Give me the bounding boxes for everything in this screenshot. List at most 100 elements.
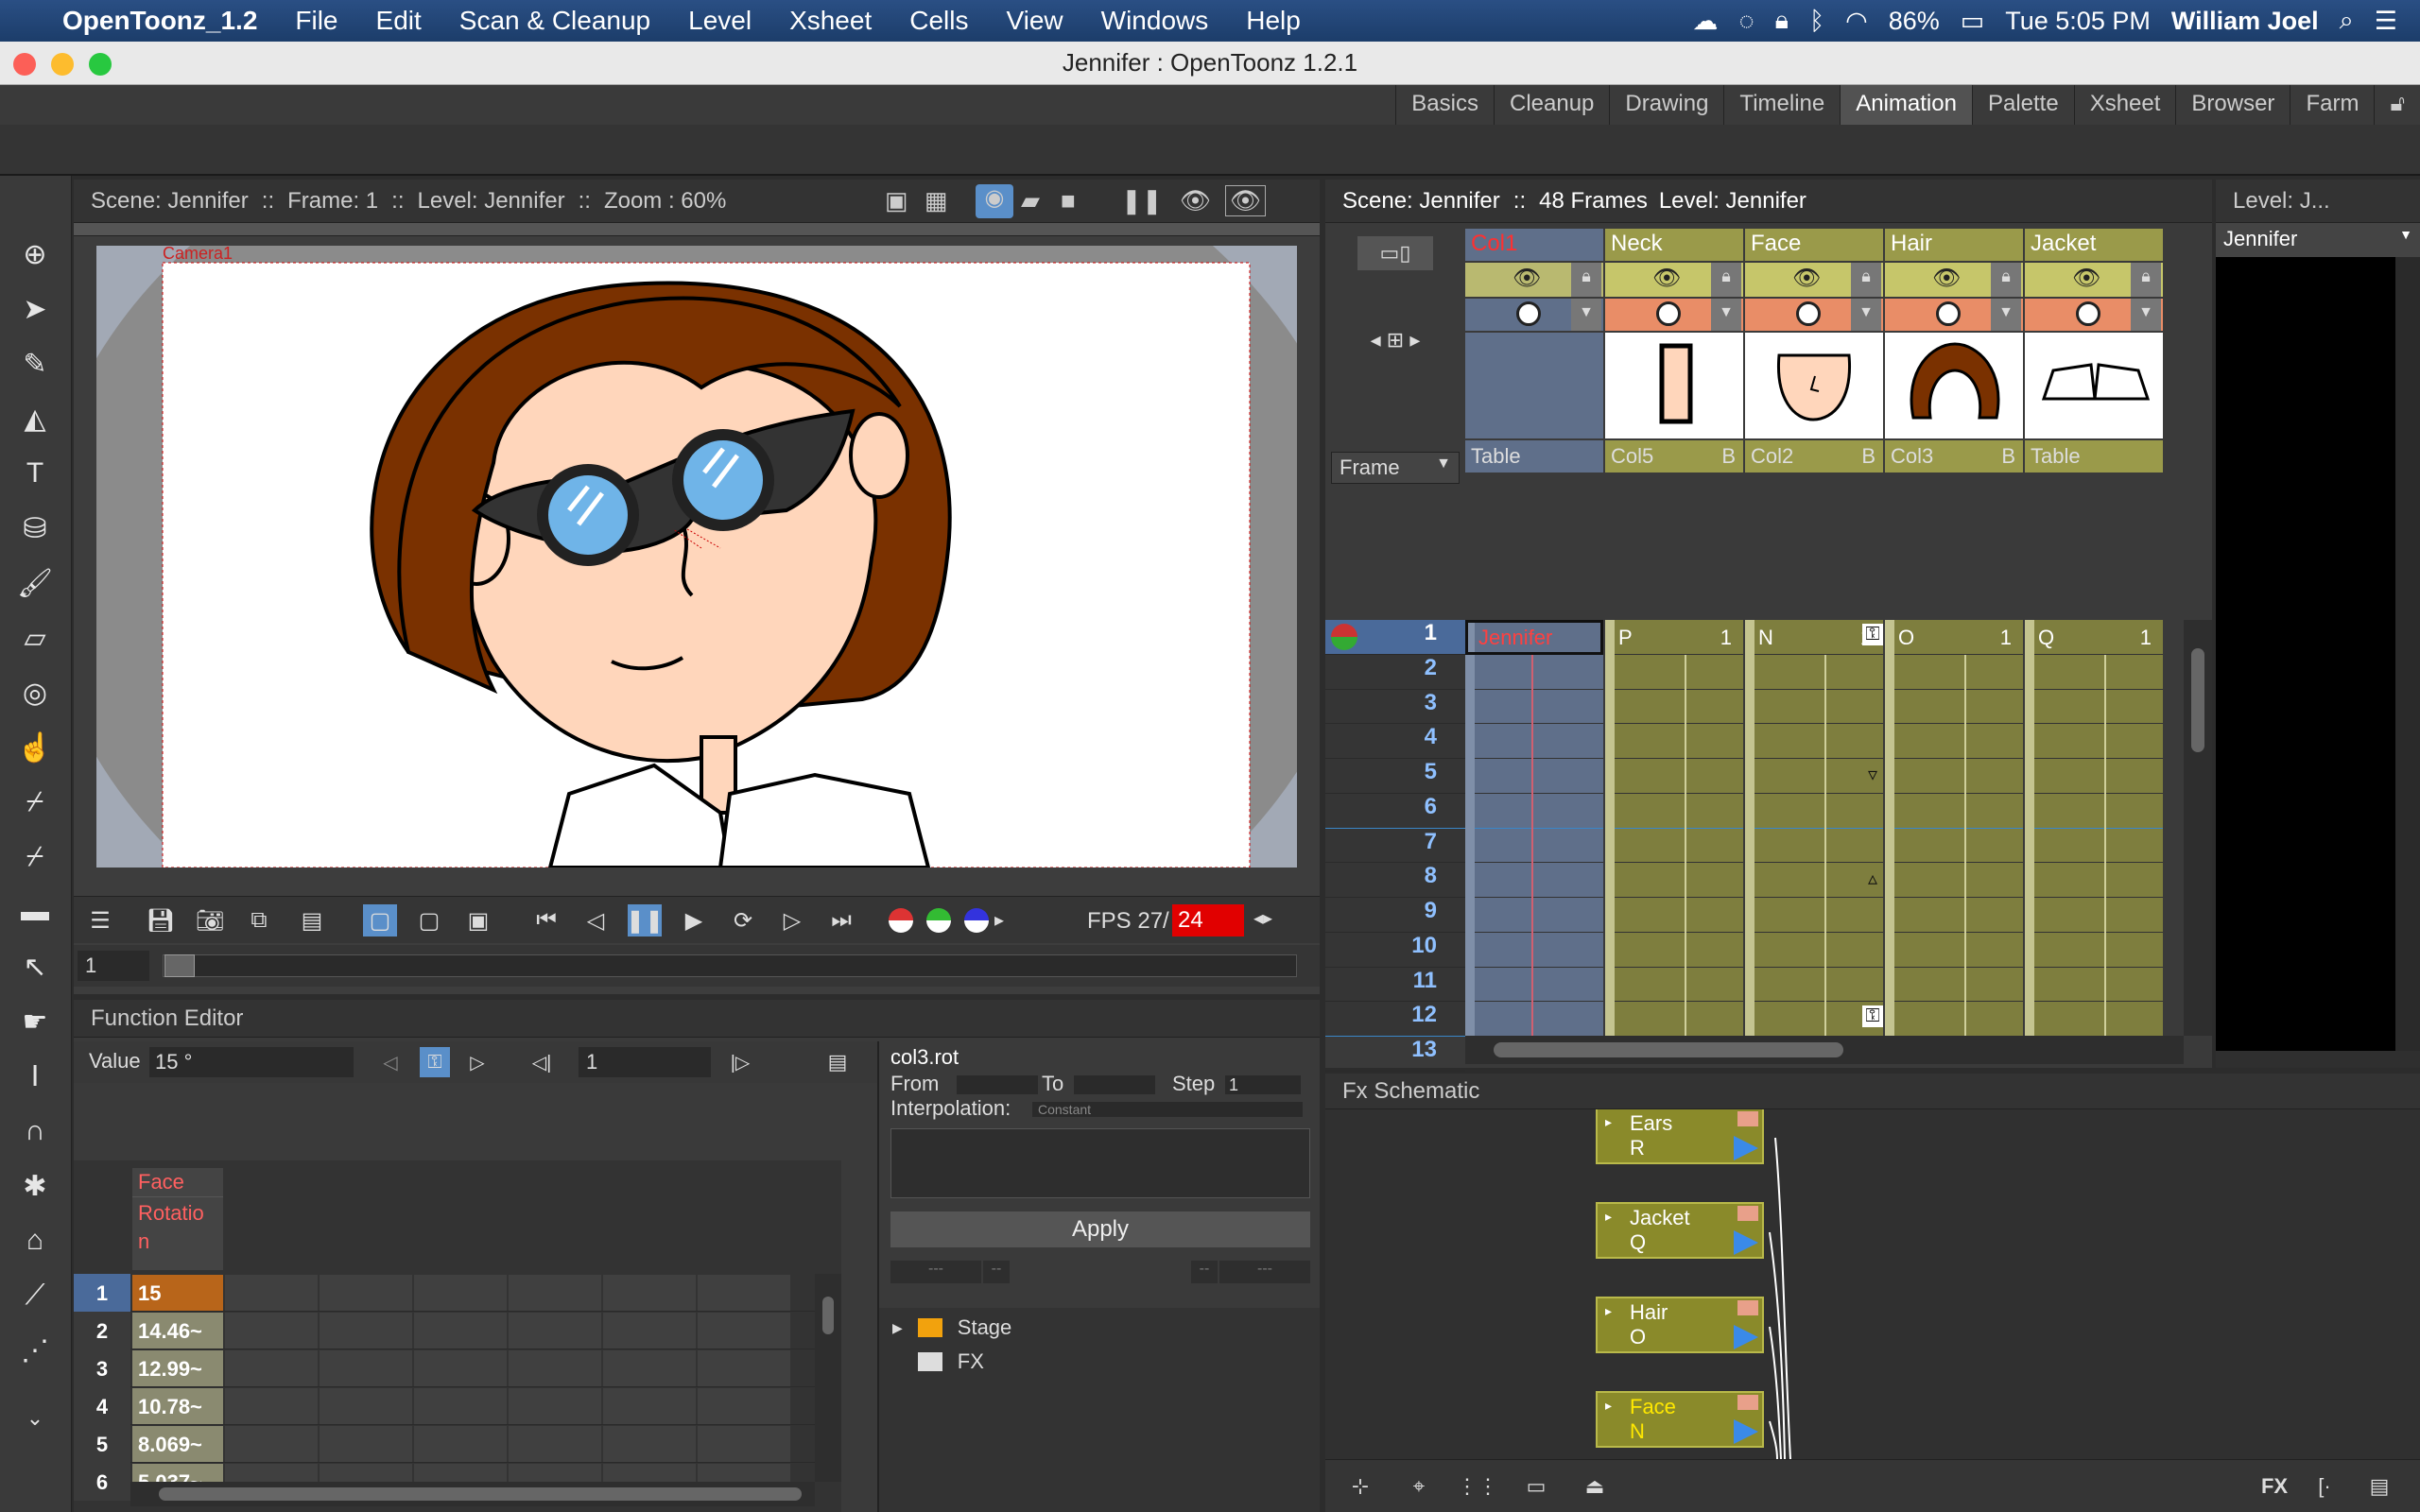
empty-cell[interactable] xyxy=(225,1388,318,1424)
output-port-icon[interactable] xyxy=(1734,1325,1758,1349)
tab-basics[interactable]: Basics xyxy=(1395,85,1494,125)
camstand-visible-toggle[interactable]: ▼ xyxy=(1605,299,1743,331)
fx-node-jacket[interactable]: ▸ Jacket Q xyxy=(1596,1202,1764,1259)
fx-node-hair[interactable]: ▸ Hair O xyxy=(1596,1297,1764,1353)
toolbar-menu-icon[interactable]: ☰ xyxy=(83,904,117,936)
frame-field[interactable]: 1 xyxy=(78,951,149,981)
empty-cell[interactable] xyxy=(320,1426,412,1462)
empty-cell[interactable] xyxy=(603,1388,696,1424)
menu-level[interactable]: Level xyxy=(669,6,770,36)
first-frame-icon[interactable]: ⏮ xyxy=(529,904,563,936)
expand-arrow-icon[interactable]: ▶ xyxy=(892,1320,903,1336)
empty-cell[interactable] xyxy=(225,1350,318,1386)
geometric-tool-icon[interactable]: ◭ xyxy=(11,395,59,442)
frame-row-number[interactable]: 5 xyxy=(1325,759,1465,794)
selection-tool-icon[interactable]: ➤ xyxy=(11,285,59,333)
safe-area-icon[interactable]: ▣ xyxy=(885,186,908,215)
frame-slider-handle[interactable] xyxy=(164,954,195,977)
cutter-tool-icon[interactable]: ⟋ xyxy=(11,1272,59,1319)
pause-icon[interactable]: ❚❚ xyxy=(626,904,664,936)
empty-cell[interactable] xyxy=(603,1275,696,1311)
next-segment-step[interactable]: -- xyxy=(1191,1261,1218,1283)
pegbar-parent[interactable]: Col5 B xyxy=(1605,440,1743,472)
camstand-icon[interactable] xyxy=(1656,301,1681,326)
output-port-icon[interactable] xyxy=(1734,1419,1758,1444)
menu-file[interactable]: File xyxy=(276,6,356,36)
column-thumbnail[interactable] xyxy=(1885,333,2023,438)
eraser-tool-icon[interactable]: ▱ xyxy=(11,614,59,662)
spreadsheet-column-header[interactable]: Face Rotatio n xyxy=(132,1168,223,1270)
menu-xsheet[interactable]: Xsheet xyxy=(770,6,890,36)
xsheet-hscroll-thumb[interactable] xyxy=(1494,1042,1843,1057)
row-number[interactable]: 4 xyxy=(74,1387,130,1425)
viewer-canvas[interactable]: Camera1 xyxy=(96,246,1297,868)
xsheet-column-cells[interactable]: Jennifer xyxy=(1465,620,1603,1036)
pump-tool-icon[interactable]: Ⅰ xyxy=(11,1053,59,1100)
pegbar-parent[interactable]: Col3 B xyxy=(1885,440,2023,472)
cell-drag-bar[interactable] xyxy=(1745,620,1754,1036)
bender-tool-icon[interactable]: ✱ xyxy=(11,1162,59,1210)
empty-cell[interactable] xyxy=(603,1350,696,1386)
interpolation-handle-icon[interactable]: ▵ xyxy=(1862,867,1883,890)
node-arrow-icon[interactable]: ▸ xyxy=(1605,1393,1612,1418)
menu-windows[interactable]: Windows xyxy=(1082,6,1228,36)
frame-row-number[interactable]: 9 xyxy=(1325,898,1465,933)
ruler-tool-icon[interactable]: ▬ xyxy=(11,888,59,936)
green-channel-icon[interactable] xyxy=(926,908,951,933)
define-subcamera-icon[interactable]: ▤ xyxy=(295,904,329,936)
app-menu[interactable]: OpenToonz_1.2 xyxy=(38,6,276,36)
render-toggle-icon[interactable] xyxy=(1737,1206,1758,1221)
lock-toggle-icon[interactable]: 🔒︎ xyxy=(1571,263,1601,297)
segment-parameters[interactable] xyxy=(890,1128,1310,1198)
fps-step-icon[interactable]: ◂▸ xyxy=(1253,906,1272,930)
cell-drag-bar[interactable] xyxy=(1605,620,1615,1036)
minimize-window-button[interactable] xyxy=(51,53,74,76)
preview-visible-toggle[interactable]: 👁︎ 🔒︎ xyxy=(1465,263,1603,297)
xsheet-column-cells[interactable]: Q1 xyxy=(2025,620,2163,1036)
frame-slider[interactable] xyxy=(163,954,1297,977)
empty-cell[interactable] xyxy=(414,1426,507,1462)
keyframe-value-cell[interactable]: 8.069~ xyxy=(132,1426,223,1462)
cell-frame-number[interactable]: 1 xyxy=(2140,626,2152,650)
cell-drag-bar[interactable] xyxy=(2025,620,2034,1036)
preview-toggle-icon[interactable]: ▢ xyxy=(363,904,397,936)
tab-browser[interactable]: Browser xyxy=(2175,85,2290,125)
field-guide-icon[interactable]: ▦ xyxy=(925,186,948,215)
empty-cell[interactable] xyxy=(509,1350,601,1386)
prev-segment-step[interactable]: -- xyxy=(983,1261,1010,1283)
eye-icon[interactable]: 👁︎ xyxy=(1792,265,1821,292)
close-window-button[interactable] xyxy=(13,53,36,76)
pegbar-parent[interactable]: Table xyxy=(2025,440,2163,472)
cell-frame-number[interactable]: 1 xyxy=(1720,626,1732,650)
pegbar-parent[interactable]: Table xyxy=(1465,440,1603,472)
empty-cell[interactable] xyxy=(320,1388,412,1424)
empty-cell[interactable] xyxy=(320,1275,412,1311)
cell-frame-number[interactable]: 1 xyxy=(2000,626,2012,650)
layer-header-toggle-icon[interactable]: ▭▯ xyxy=(1357,236,1433,270)
preview-icon[interactable]: 👁︎ xyxy=(1180,186,1211,215)
onion-skin-icon[interactable] xyxy=(1331,624,1357,650)
add-column-icon[interactable]: ◂ ⊞ ▸ xyxy=(1337,321,1454,359)
lock-toggle-icon[interactable]: 🔒︎ xyxy=(1991,263,2021,297)
more-icon[interactable]: ▸ xyxy=(994,908,1004,932)
3d-view-icon[interactable]: ▰ xyxy=(1021,186,1040,215)
xsheet-hscroll[interactable] xyxy=(1465,1036,2184,1064)
frame-row-number[interactable]: 7 xyxy=(1325,829,1465,864)
level-dropdown[interactable]: Jennifer ▼ xyxy=(2216,223,2420,257)
lock-toggle-icon[interactable]: 🔒︎ xyxy=(2131,263,2161,297)
node-arrow-icon[interactable]: ▸ xyxy=(1605,1204,1612,1228)
opacity-dropdown-icon[interactable]: ▼ xyxy=(1851,299,1881,331)
empty-cell[interactable] xyxy=(509,1275,601,1311)
function-frame-field[interactable]: 1 xyxy=(579,1047,711,1077)
menu-help[interactable]: Help xyxy=(1227,6,1320,36)
key-toggle-icon[interactable]: ⚿ xyxy=(420,1047,450,1077)
eye-icon[interactable]: 👁︎ xyxy=(2072,265,2100,292)
tab-palette[interactable]: Palette xyxy=(1971,85,2074,125)
paint-brush-tool-icon[interactable]: 🖌︎ xyxy=(11,559,59,607)
keyframe-value-cell[interactable]: 12.99~ xyxy=(132,1350,223,1386)
eye-icon[interactable]: 👁︎ xyxy=(1932,265,1961,292)
cell-level-name[interactable]: N xyxy=(1758,626,1773,650)
tab-farm[interactable]: Farm xyxy=(2290,85,2374,125)
empty-cell[interactable] xyxy=(698,1426,790,1462)
xsheet-column-cells[interactable]: P1 xyxy=(1605,620,1743,1036)
